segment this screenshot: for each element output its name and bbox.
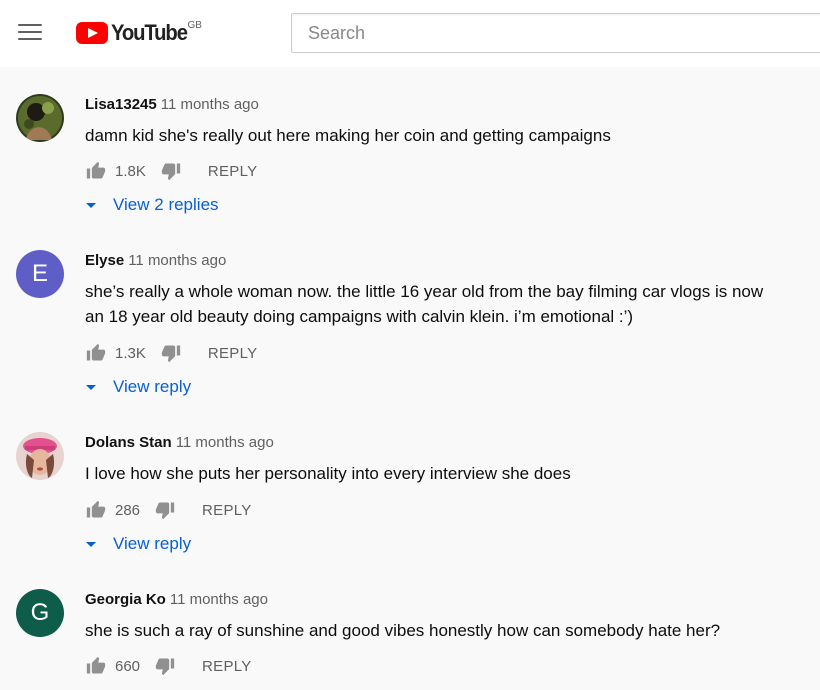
dislike-icon[interactable] [160,161,182,181]
comment-time[interactable]: 11 months ago [170,591,268,608]
avatar-letter: G [30,599,50,626]
dislike-icon[interactable] [154,500,176,520]
avatar-letter: E [31,260,48,287]
avatar[interactable]: E [16,250,64,298]
like-icon[interactable] [85,500,107,520]
youtube-play-icon [76,22,108,44]
avatar[interactable] [16,432,64,480]
masthead: YouTube GB [0,0,820,67]
dislike-icon[interactable] [154,656,176,676]
view-replies-button[interactable]: View reply [85,377,191,397]
like-count: 660 [115,657,141,675]
hamburger-menu-icon[interactable] [18,24,42,42]
comment-actions: 1.3K REPLY [85,341,257,365]
view-replies-button[interactable]: View reply [85,534,191,554]
comment-time[interactable]: 11 months ago [176,434,274,451]
comment-text: she is such a ray of sunshine and good v… [85,621,721,640]
reply-button[interactable]: REPLY [202,502,252,519]
comment-header: Dolans Stan 11 months ago [85,432,274,454]
reply-button[interactable]: REPLY [208,345,258,362]
caret-down-icon [86,384,96,390]
comment-header: Georgia Ko 11 months ago [85,589,268,611]
comment-author[interactable]: Dolans Stan [85,434,172,451]
like-count: 1.3K [115,344,146,362]
view-replies-label: View reply [113,377,192,396]
like-icon[interactable] [85,343,107,363]
avatar-photo [16,94,64,142]
search-input[interactable] [291,13,820,53]
like-icon[interactable] [85,161,107,181]
logo-text: YouTube [111,20,188,45]
dislike-icon[interactable] [160,343,182,363]
comment-author[interactable]: Lisa13245 [85,96,157,113]
youtube-logo[interactable]: YouTube GB [76,18,202,48]
comment-text: she’s really a whole woman now. the litt… [85,282,764,326]
comment-header: Lisa13245 11 months ago [85,94,259,116]
comment-time[interactable]: 11 months ago [128,252,226,269]
caret-down-icon [86,202,96,208]
view-replies-button[interactable]: View 2 replies [85,195,219,215]
view-replies-label: View 2 replies [113,195,219,214]
comment-author[interactable]: Elyse [85,252,124,269]
avatar[interactable]: G [16,589,64,637]
caret-down-icon [86,541,96,547]
comment-actions: 660 REPLY [85,654,252,678]
comment-actions: 286 REPLY [85,498,252,522]
view-replies-label: View reply [113,534,192,553]
reply-button[interactable]: REPLY [208,163,258,180]
comment-text: damn kid she's really out here making he… [85,126,611,145]
like-count: 286 [115,501,141,519]
comment-author[interactable]: Georgia Ko [85,591,166,608]
region-code: GB [187,20,202,31]
avatar-photo [16,432,64,480]
reply-button[interactable]: REPLY [202,658,252,675]
like-count: 1.8K [115,162,146,180]
comment-time[interactable]: 11 months ago [161,96,259,113]
comment-actions: 1.8K REPLY [85,159,257,183]
like-icon[interactable] [85,656,107,676]
avatar[interactable] [16,94,64,142]
comment-text: I love how she puts her personality into… [85,464,571,483]
comment-header: Elyse 11 months ago [85,250,226,272]
